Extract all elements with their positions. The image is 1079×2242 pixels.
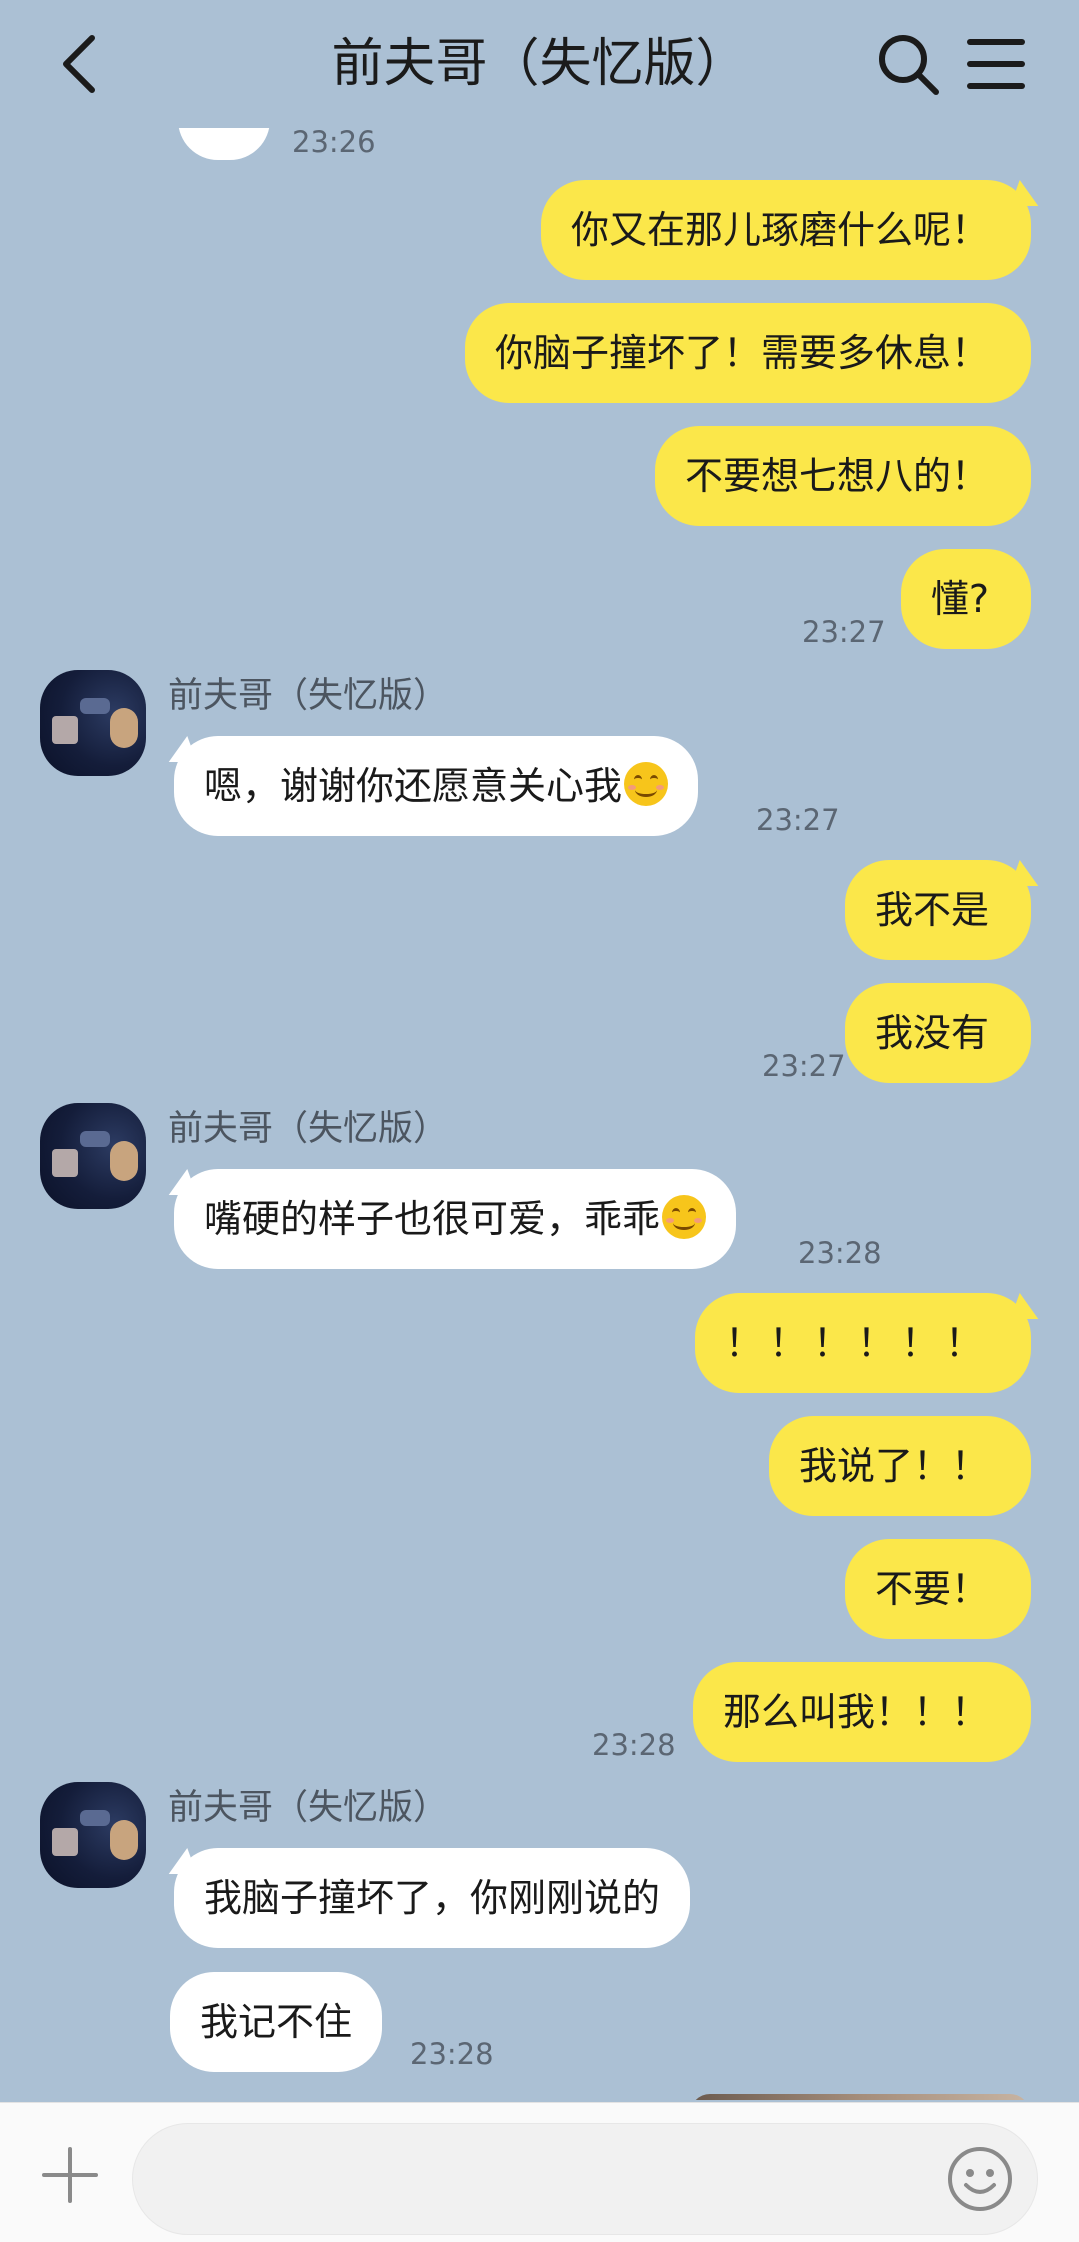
outgoing-message[interactable]: ！！！！！！	[694, 1293, 1031, 1393]
emoji-button[interactable]	[946, 2145, 1014, 2213]
input-bar	[0, 2102, 1079, 2242]
contact-avatar[interactable]	[40, 670, 146, 776]
message-text: 嗯，谢谢你还愿意关心我	[204, 764, 623, 808]
outgoing-message[interactable]: 我不是	[844, 860, 1031, 960]
back-button[interactable]	[56, 32, 106, 96]
contact-avatar[interactable]	[40, 1782, 146, 1888]
incoming-message[interactable]: 我记不住	[170, 1972, 383, 2072]
outgoing-message[interactable]: 你又在那儿琢磨什么呢！	[540, 180, 1031, 280]
partial-image-message[interactable]	[690, 2094, 1030, 2100]
message-time: 23:27	[762, 1049, 846, 1083]
sender-name: 前夫哥（失忆版）	[168, 1788, 449, 1828]
outgoing-message[interactable]: 我没有	[844, 983, 1031, 1083]
smiling-face-icon	[624, 762, 669, 806]
message-time: 23:26	[292, 125, 376, 159]
message-input[interactable]	[132, 2123, 1038, 2235]
incoming-message[interactable]: 嗯，谢谢你还愿意关心我	[174, 736, 699, 836]
chevron-left-icon	[63, 35, 95, 93]
smiley-icon	[948, 2147, 1012, 2211]
outgoing-message[interactable]: 我说了！！	[768, 1416, 1031, 1516]
chat-area[interactable]: 23:26 你又在那儿琢磨什么呢！ 你脑子撞坏了！需要多休息！ 不要想七想八的！…	[0, 0, 1079, 2100]
sender-name: 前夫哥（失忆版）	[168, 1109, 449, 1149]
plus-icon	[42, 2147, 98, 2203]
search-icon	[879, 35, 939, 95]
message-time: 23:27	[756, 803, 840, 837]
menu-button[interactable]	[966, 36, 1026, 92]
outgoing-message[interactable]: 你脑子撞坏了！需要多休息！	[464, 303, 1031, 403]
message-time: 23:28	[798, 1236, 882, 1270]
smiling-face-icon	[662, 1195, 707, 1239]
message-time: 23:28	[592, 1728, 676, 1762]
contact-avatar[interactable]	[40, 1103, 146, 1209]
outgoing-message[interactable]: 懂?	[900, 549, 1031, 649]
message-text: 嘴硬的样子也很可爱，乖乖	[204, 1197, 661, 1241]
message-time: 23:27	[802, 615, 886, 649]
incoming-message[interactable]: 嘴硬的样子也很可爱，乖乖	[174, 1169, 737, 1269]
message-time: 23:28	[410, 2037, 494, 2071]
outgoing-message[interactable]: 不要！	[844, 1539, 1031, 1639]
attach-button[interactable]	[40, 2145, 100, 2205]
search-button[interactable]	[876, 32, 940, 96]
sender-name: 前夫哥（失忆版）	[168, 676, 449, 716]
chat-header: 前夫哥（失忆版）	[0, 0, 1079, 128]
outgoing-message[interactable]: 不要想七想八的！	[654, 426, 1031, 526]
outgoing-message[interactable]: 那么叫我！！！	[692, 1662, 1031, 1762]
incoming-message[interactable]: 我脑子撞坏了，你刚刚说的	[174, 1848, 691, 1948]
menu-icon	[967, 39, 1025, 89]
